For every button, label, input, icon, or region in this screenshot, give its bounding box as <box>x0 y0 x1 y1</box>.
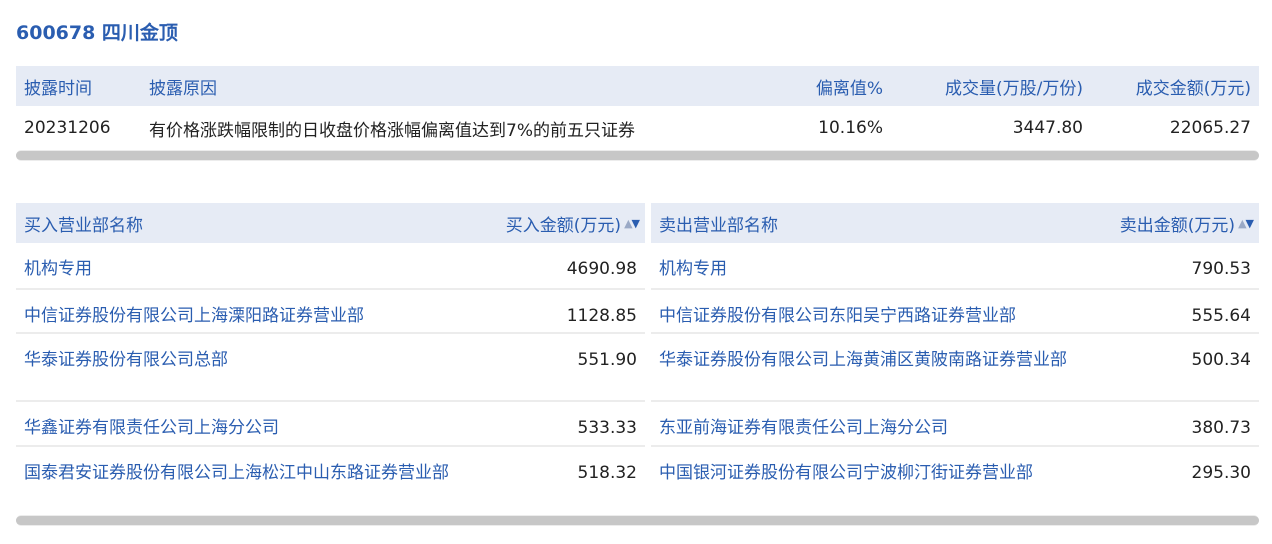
header-deviation: 偏离值% <box>815 78 883 99</box>
buy-seat-name[interactable]: 机构专用 <box>16 256 474 282</box>
buy-amount-sort-header[interactable]: 买入金额(万元) ▲▼ <box>506 211 645 236</box>
scrollbar-thumb[interactable] <box>16 516 1259 525</box>
sell-amount-sort-header[interactable]: 卖出金额(万元) ▲▼ <box>1120 211 1259 236</box>
disclosure-reason: 有价格涨跌幅限制的日收盘价格涨幅偏离值达到7%的前五只证券 <box>149 120 635 141</box>
buy-amount-header-label: 买入金额(万元) <box>505 215 622 236</box>
volume-value: 3447.80 <box>1012 118 1083 138</box>
disclosure-time: 20231206 <box>24 118 111 138</box>
header-disclosure-time: 披露时间 <box>24 78 92 99</box>
sell-seat-name[interactable]: 中国银河证券股份有限公司宁波柳汀街证券营业部 <box>651 460 1089 486</box>
buy-seat-name[interactable]: 华泰证券股份有限公司总部 <box>16 347 474 373</box>
turnover-value: 22065.27 <box>1169 118 1251 138</box>
table-row: 东亚前海证券有限责任公司上海分公司 380.73 <box>651 402 1259 447</box>
horizontal-scrollbar[interactable] <box>16 515 1259 526</box>
deviation-value: 10.16% <box>818 118 883 138</box>
sell-amount: 500.34 <box>1191 350 1251 370</box>
buy-name-header: 买入营业部名称 <box>24 215 143 236</box>
table-row: 机构专用 4690.98 <box>16 243 645 290</box>
sell-amount: 790.53 <box>1191 259 1251 279</box>
page-title: 600678 四川金顶 <box>16 22 178 44</box>
buy-amount: 551.90 <box>577 350 637 370</box>
scrollbar-thumb[interactable] <box>16 151 1259 160</box>
sell-amount: 555.64 <box>1191 306 1251 326</box>
buy-amount: 1128.85 <box>566 306 637 326</box>
buy-seat-name[interactable]: 国泰君安证券股份有限公司上海松江中山东路证券营业部 <box>16 460 474 486</box>
table-row: 中信证券股份有限公司东阳吴宁西路证券营业部 555.64 <box>651 290 1259 334</box>
sell-amount: 380.73 <box>1191 418 1251 438</box>
sort-up-down-icon[interactable]: ▲▼ <box>1238 217 1254 230</box>
sell-table-header: 卖出营业部名称 卖出金额(万元) ▲▼ <box>651 203 1259 243</box>
table-row: 华泰证券股份有限公司上海黄浦区黄陂南路证券营业部 500.34 <box>651 334 1259 402</box>
buy-seat-name[interactable]: 中信证券股份有限公司上海溧阳路证券营业部 <box>16 303 474 329</box>
sell-amount: 295.30 <box>1191 463 1251 483</box>
buy-amount: 518.32 <box>577 463 637 483</box>
trading-seats-table: 买入营业部名称 买入金额(万元) ▲▼ 卖出营业部名称 卖出金额(万元) ▲▼ … <box>16 203 1259 517</box>
table-row: 华鑫证券有限责任公司上海分公司 533.33 <box>16 402 645 447</box>
buy-table-header: 买入营业部名称 买入金额(万元) ▲▼ <box>16 203 645 243</box>
sell-list: 机构专用 790.53 中信证券股份有限公司东阳吴宁西路证券营业部 555.64… <box>651 243 1259 517</box>
table-row: 中国银河证券股份有限公司宁波柳汀街证券营业部 295.30 <box>651 447 1259 517</box>
sell-seat-name[interactable]: 华泰证券股份有限公司上海黄浦区黄陂南路证券营业部 <box>651 347 1089 373</box>
header-turnover: 成交金额(万元) <box>1135 78 1251 99</box>
sell-amount-header-label: 卖出金额(万元) <box>1119 215 1236 236</box>
header-disclosure-reason: 披露原因 <box>149 78 217 99</box>
disclosure-table-header: 披露时间 披露原因 偏离值% 成交量(万股/万份) 成交金额(万元) <box>16 66 1259 106</box>
buy-amount: 4690.98 <box>566 259 637 279</box>
sell-name-header: 卖出营业部名称 <box>659 215 778 236</box>
sell-seat-name[interactable]: 中信证券股份有限公司东阳吴宁西路证券营业部 <box>651 303 1089 329</box>
table-row: 中信证券股份有限公司上海溧阳路证券营业部 1128.85 <box>16 290 645 334</box>
buy-seat-name[interactable]: 华鑫证券有限责任公司上海分公司 <box>16 415 474 441</box>
sort-up-down-icon[interactable]: ▲▼ <box>624 217 640 230</box>
sell-seat-name[interactable]: 机构专用 <box>651 256 1089 282</box>
table-row: 20231206 有价格涨跌幅限制的日收盘价格涨幅偏离值达到7%的前五只证券 1… <box>16 106 1259 150</box>
buy-amount: 533.33 <box>577 418 637 438</box>
table-row: 华泰证券股份有限公司总部 551.90 <box>16 334 645 402</box>
header-volume: 成交量(万股/万份) <box>945 78 1083 99</box>
sell-seat-name[interactable]: 东亚前海证券有限责任公司上海分公司 <box>651 415 1089 441</box>
horizontal-scrollbar[interactable] <box>16 150 1259 161</box>
buy-list: 机构专用 4690.98 中信证券股份有限公司上海溧阳路证券营业部 1128.8… <box>16 243 645 517</box>
table-row: 国泰君安证券股份有限公司上海松江中山东路证券营业部 518.32 <box>16 447 645 517</box>
table-row: 机构专用 790.53 <box>651 243 1259 290</box>
disclosure-table: 披露时间 披露原因 偏离值% 成交量(万股/万份) 成交金额(万元) 20231… <box>16 66 1259 161</box>
